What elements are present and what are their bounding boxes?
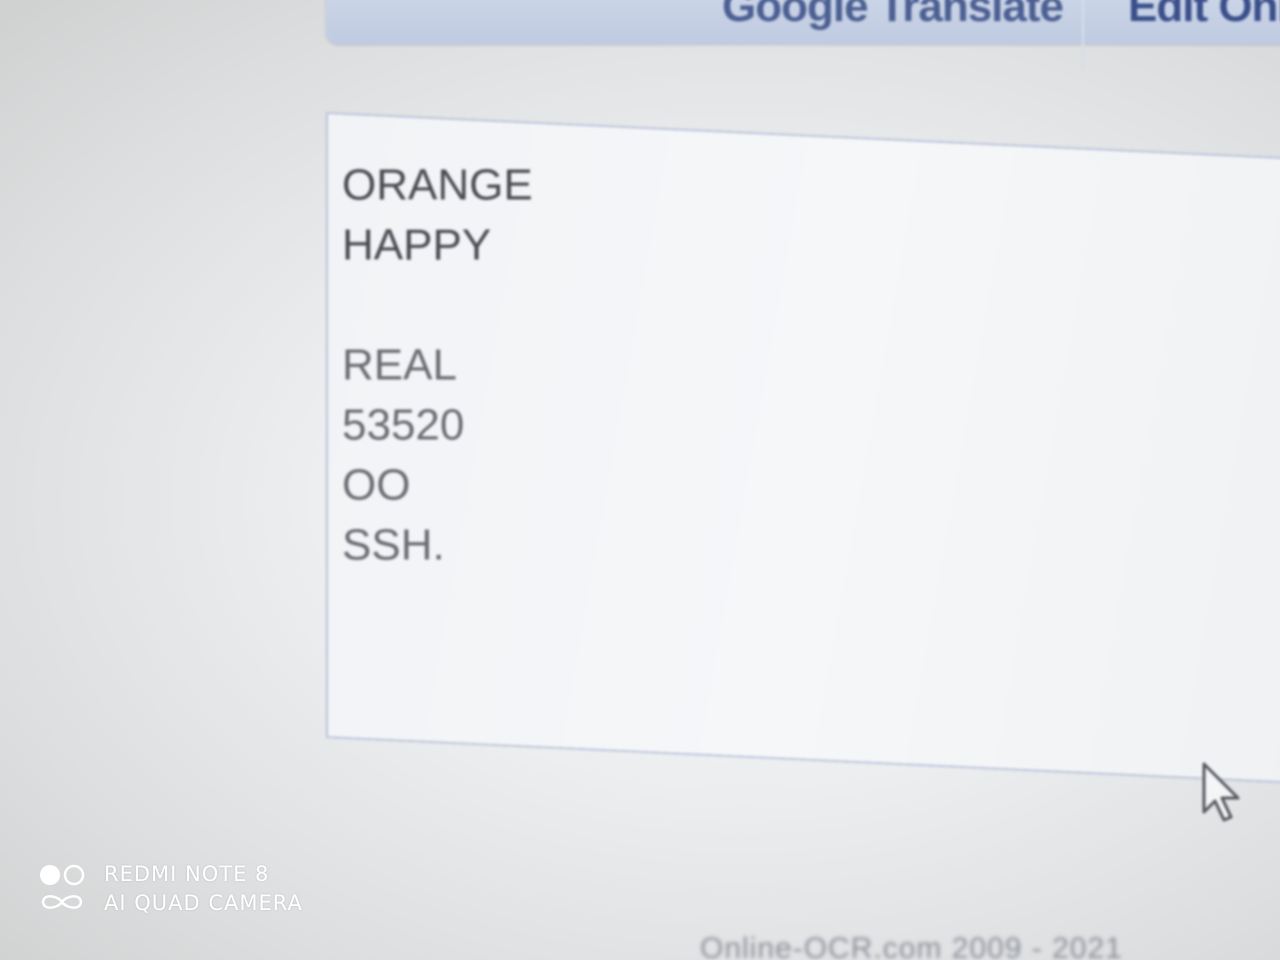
toolbar-separator — [1082, 0, 1084, 70]
camera-type-label: AI QUAD CAMERA — [104, 891, 303, 915]
text-line: SSH. — [342, 520, 445, 570]
ocr-result-textarea[interactable]: ORANGE HAPPY REAL 53520 OO SSH. — [326, 112, 1280, 785]
screen: Google Translate Edit Onli ORANGE HAPPY … — [0, 0, 1280, 960]
google-translate-button[interactable]: Google Translate — [722, 0, 1064, 32]
camera-model-label: REDMI NOTE 8 — [104, 862, 270, 886]
text-line — [342, 275, 1280, 335]
text-line: ORANGE — [342, 160, 533, 210]
edit-online-button[interactable]: Edit Onli — [1128, 0, 1280, 32]
footer-copyright: Online-OCR.com 2009 - 2021 — [700, 932, 1123, 960]
text-line: OO — [342, 460, 411, 510]
text-line: HAPPY — [342, 220, 492, 270]
mouse-pointer-icon — [1198, 760, 1246, 831]
quad-camera-logo-icon — [38, 860, 88, 920]
text-line: 53520 — [342, 400, 465, 450]
text-line: REAL — [342, 340, 457, 390]
